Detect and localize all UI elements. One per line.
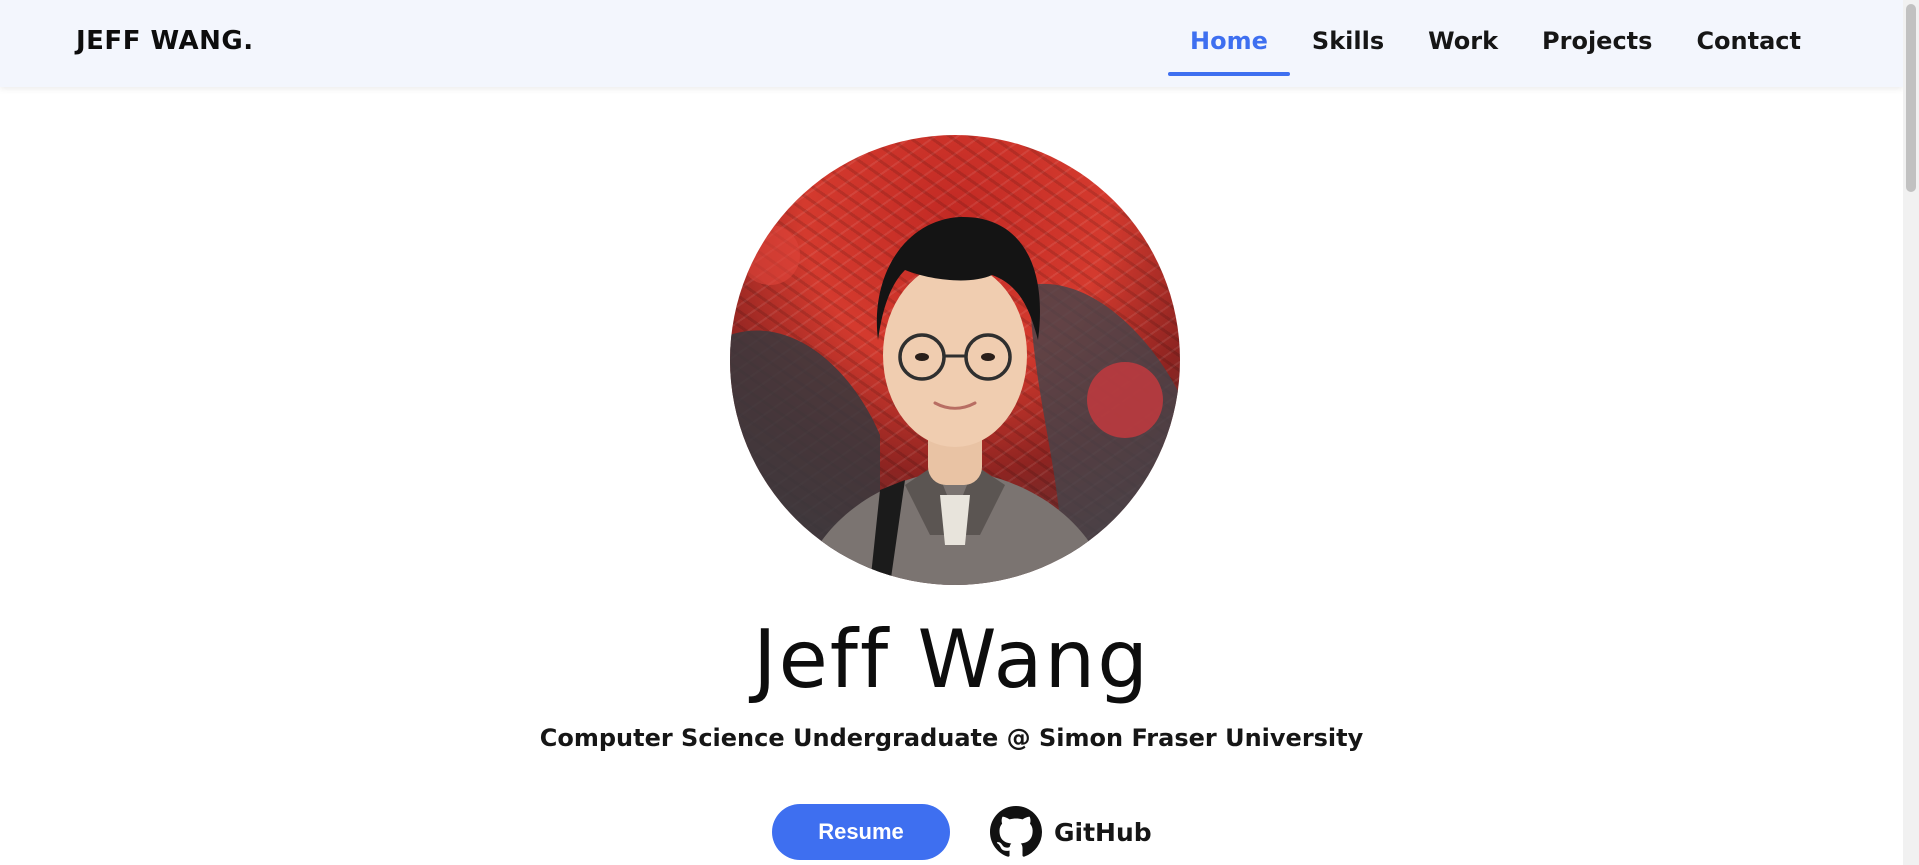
nav-links: Home Skills Work Projects Contact <box>1168 0 1823 87</box>
github-label: GitHub <box>1054 817 1152 847</box>
resume-button[interactable]: Resume <box>772 804 950 860</box>
nav-item-skills[interactable]: Skills <box>1290 0 1406 87</box>
scrollbar-thumb[interactable] <box>1906 4 1916 192</box>
profile-photo-illustration <box>730 216 1180 585</box>
scrollbar[interactable] <box>1903 0 1919 865</box>
page: JEFF WANG. Home Skills Work Projects Con… <box>0 0 1903 865</box>
hero-name: Jeff Wang <box>752 613 1151 706</box>
github-link[interactable]: GitHub <box>990 806 1152 858</box>
nav-item-work[interactable]: Work <box>1406 0 1520 87</box>
brand-logo[interactable]: JEFF WANG. <box>76 26 254 56</box>
nav-item-home[interactable]: Home <box>1168 0 1290 87</box>
navbar: JEFF WANG. Home Skills Work Projects Con… <box>0 0 1903 87</box>
profile-photo <box>730 135 1180 585</box>
github-icon <box>990 806 1042 857</box>
nav-item-projects[interactable]: Projects <box>1520 0 1674 87</box>
hero-subtitle: Computer Science Undergraduate @ Simon F… <box>539 724 1364 752</box>
nav-item-contact[interactable]: Contact <box>1674 0 1823 87</box>
